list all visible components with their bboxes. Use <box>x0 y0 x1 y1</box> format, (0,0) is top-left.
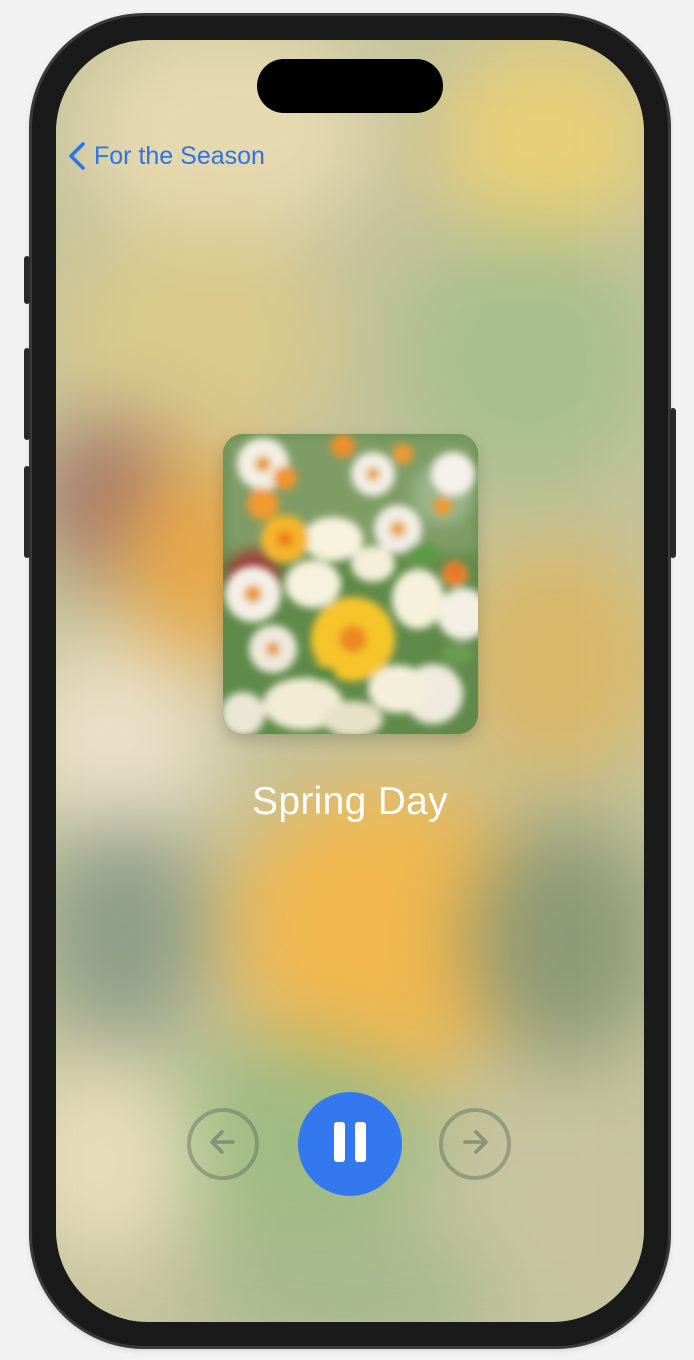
album-artwork <box>223 434 478 734</box>
power-button <box>670 408 676 558</box>
volume-down-button <box>24 466 30 558</box>
phone-frame: For the Season Spring Day <box>24 16 676 1346</box>
previous-track-button[interactable] <box>187 1108 259 1180</box>
back-button-label: For the Season <box>94 141 265 170</box>
arrow-left-icon <box>203 1122 243 1167</box>
song-title: Spring Day <box>252 780 448 823</box>
next-track-button[interactable] <box>439 1108 511 1180</box>
back-button[interactable]: For the Season <box>68 138 265 174</box>
screen: For the Season Spring Day <box>56 40 644 1322</box>
volume-up-button <box>24 348 30 440</box>
action-button <box>24 256 30 304</box>
play-pause-button[interactable] <box>298 1092 402 1196</box>
arrow-right-icon <box>455 1122 495 1167</box>
chevron-left-icon <box>68 141 86 171</box>
playback-controls <box>56 1092 644 1196</box>
pause-icon <box>330 1120 370 1169</box>
dynamic-island <box>257 59 443 113</box>
